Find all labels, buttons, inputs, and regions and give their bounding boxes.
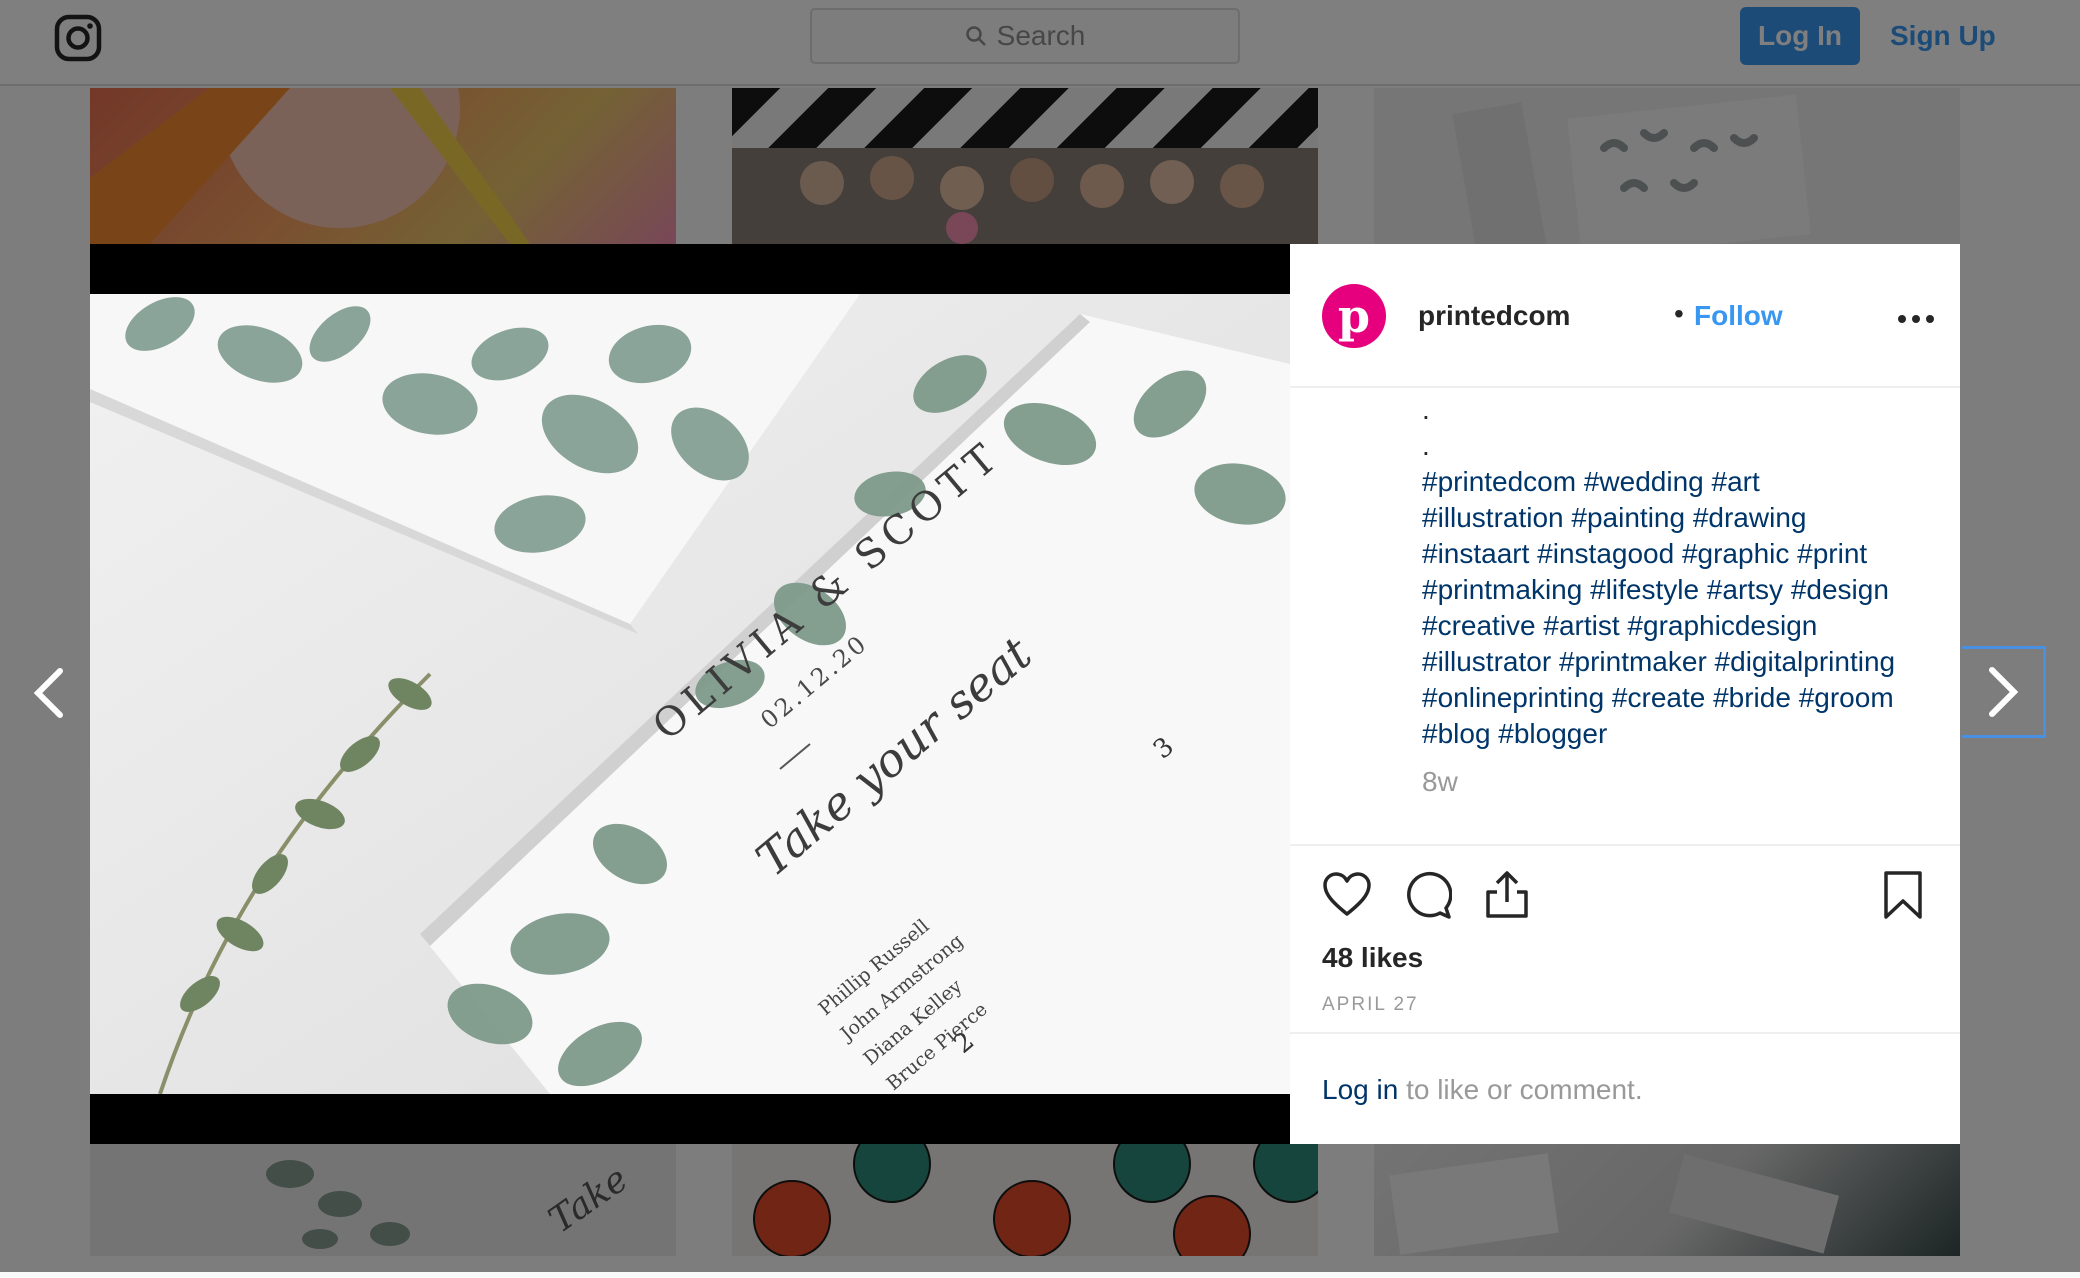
login-prompt-text: Log in to like or comment.: [1322, 1074, 1643, 1106]
follow-button[interactable]: Follow: [1694, 300, 1783, 332]
post-details-panel: p printedcom • Follow . . #printedcom #w…: [1290, 244, 1960, 1144]
hashtag-line[interactable]: #printmaking #lifestyle #artsy #design: [1422, 572, 1942, 608]
next-post-button[interactable]: [1962, 646, 2046, 738]
more-options-icon[interactable]: [1896, 314, 1936, 324]
login-prompt-rest: to like or comment.: [1398, 1074, 1643, 1105]
avatar[interactable]: p: [1322, 284, 1386, 348]
login-link[interactable]: Log in: [1322, 1074, 1398, 1105]
post-caption: . . #printedcom #wedding #art #illustrat…: [1422, 392, 1942, 752]
hashtag-line[interactable]: #creative #artist #graphicdesign: [1422, 608, 1942, 644]
likes-count[interactable]: 48 likes: [1322, 942, 1423, 974]
caption-dot: .: [1422, 394, 1430, 425]
hashtag-line[interactable]: #instaart #instagood #graphic #print: [1422, 536, 1942, 572]
comment-icon[interactable]: [1402, 870, 1452, 920]
login-prompt: Log in to like or comment.: [1290, 1032, 1960, 1144]
post-header: p printedcom • Follow: [1290, 244, 1960, 388]
caption-dot: .: [1422, 430, 1430, 461]
wedding-seating-card-image: OLIVIA & SCOTT 02.12.20 Take your seat 2…: [90, 294, 1290, 1094]
hashtag-line[interactable]: #illustration #painting #drawing: [1422, 500, 1942, 536]
post-media[interactable]: OLIVIA & SCOTT 02.12.20 Take your seat 2…: [90, 244, 1290, 1144]
hashtag-line[interactable]: #printedcom #wedding #art: [1422, 464, 1942, 500]
chevron-left-icon: [33, 668, 63, 718]
previous-post-button[interactable]: [14, 648, 84, 738]
post-photo: OLIVIA & SCOTT 02.12.20 Take your seat 2…: [90, 294, 1290, 1094]
chevron-right-icon: [1988, 667, 2018, 717]
post-time-ago[interactable]: 8w: [1422, 766, 1458, 798]
separator-dot: •: [1674, 298, 1684, 329]
hashtag-line[interactable]: #illustrator #printmaker #digitalprintin…: [1422, 644, 1942, 680]
hashtag-line[interactable]: #onlineprinting #create #bride #groom: [1422, 680, 1942, 716]
share-icon[interactable]: [1482, 870, 1532, 920]
hashtag-line[interactable]: #blog #blogger: [1422, 716, 1942, 752]
hashtags[interactable]: #printedcom #wedding #art #illustration …: [1422, 464, 1942, 752]
username-link[interactable]: printedcom: [1418, 300, 1570, 332]
post-modal: OLIVIA & SCOTT 02.12.20 Take your seat 2…: [90, 244, 1960, 1144]
heart-icon[interactable]: [1322, 870, 1372, 920]
bookmark-icon[interactable]: [1878, 870, 1928, 920]
post-date: APRIL 27: [1322, 994, 1419, 1015]
